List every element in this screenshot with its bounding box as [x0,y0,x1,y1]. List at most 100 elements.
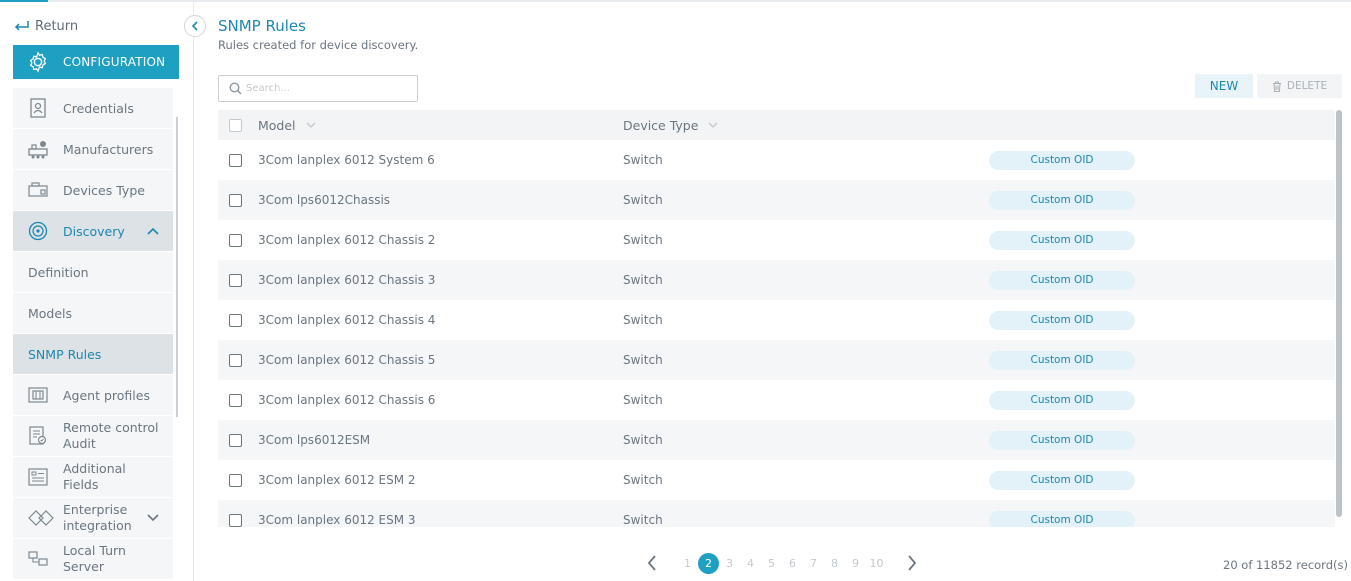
sidebar-item-additional-fields[interactable]: Additional Fields [13,457,173,498]
sidebar-item-discovery[interactable]: Discovery [13,211,173,252]
sidebar-item-text: Local Turn Server [63,543,126,575]
table-row[interactable]: 3Com lps6012ESM Switch Custom OID [218,420,1335,460]
sidebar-menu: Credentials Manufacturers Devices Type D… [13,88,173,580]
sort-chevron-icon [306,122,315,128]
page-number[interactable]: 7 [803,557,824,570]
custom-oid-badge[interactable]: Custom OID [989,430,1135,450]
fields-icon [28,468,48,486]
custom-oid-badge[interactable]: Custom OID [989,310,1135,330]
row-checkbox[interactable] [229,273,242,287]
custom-oid-badge[interactable]: Custom OID [989,190,1135,210]
row-checkbox[interactable] [229,433,242,447]
delete-button[interactable]: DELETE [1257,74,1342,98]
sidebar-item-manufacturers[interactable]: Manufacturers [13,129,173,170]
model-cell: 3Com lanplex 6012 Chassis 4 [258,313,436,327]
page-number[interactable]: 10 [866,557,887,570]
main-content: SNMP Rules Rules created for device disc… [218,0,1351,581]
table-row[interactable]: 3Com lanplex 6012 System 6 Switch Custom O… [218,140,1335,180]
agent-icon [28,387,48,403]
sort-chevron-icon [708,122,718,128]
custom-oid-badge[interactable]: Custom OID [989,270,1135,290]
chevron-left-icon [647,555,656,571]
sidebar-item-agent-profiles[interactable]: Agent profiles [13,375,173,416]
page-number[interactable]: 1 [677,557,698,570]
table-row[interactable]: 3Com lanplex 6012 Chassis 4 Switch Custom … [218,300,1335,340]
row-checkbox[interactable] [229,233,242,247]
row-checkbox[interactable] [229,313,242,327]
table-row[interactable]: 3Com lanplex 6012 Chassis 6 Switch Custom … [218,380,1335,420]
page-subtitle: Rules created for device discovery. [218,38,419,52]
device-type-cell: Switch [623,233,663,247]
table-row[interactable]: 3Com lanplex 6012 Chassis 2 Switch Custom … [218,220,1335,260]
column-header-device-type[interactable]: Device Type [623,118,718,133]
select-all-checkbox[interactable] [229,118,242,132]
chevron-up-icon[interactable] [147,227,159,235]
sidebar-item-local-turn-server[interactable]: Local Turn Server [13,539,173,580]
row-checkbox[interactable] [229,153,242,167]
page-number[interactable]: 9 [845,557,866,570]
row-checkbox[interactable] [229,193,242,207]
device-type-cell: Switch [623,353,663,367]
row-checkbox[interactable] [229,513,242,527]
prev-page-button[interactable] [643,554,661,572]
delete-label: DELETE [1286,80,1328,92]
sidebar-item-label-line-1: Enterprise [63,502,128,517]
page-number[interactable]: 5 [761,557,782,570]
server-icon [28,551,48,566]
next-page-button[interactable] [903,554,921,572]
search-box[interactable] [218,75,418,102]
page-number[interactable]: 3 [719,557,740,570]
custom-oid-badge[interactable]: Custom OID [989,470,1135,490]
new-button[interactable]: NEW [1195,74,1253,98]
page-number[interactable]: 6 [782,557,803,570]
search-input[interactable] [246,83,406,94]
table-row[interactable]: 3Com lanplex 6012 Chassis 5 Switch Custom … [218,340,1335,380]
return-link[interactable]: Return [13,16,78,36]
table-row[interactable]: 3Com lanplex 6012 ESM 3 Switch Custom OID [218,500,1335,527]
sidebar-item-enterprise-integration[interactable]: Enterprise integration [13,498,173,539]
sidebar-item-definition[interactable]: Definition [13,252,173,293]
sidebar-item-label-line-2: integration [63,518,132,533]
row-checkbox[interactable] [229,353,242,367]
rules-table: Model Device Type 3Com lanplex 6012 Syst… [218,110,1335,527]
sidebar-item-snmp-rules[interactable]: SNMP Rules [13,334,173,375]
collapse-sidebar-button[interactable] [184,15,206,37]
table-row[interactable]: 3Com lps6012Chassis Switch Custom OID [218,180,1335,220]
model-cell: 3Com lps6012ESM [258,433,371,447]
custom-oid-badge[interactable]: Custom OID [989,150,1135,170]
table-row[interactable]: 3Com lanplex 6012 Chassis 3 Switch Custom … [218,260,1335,300]
row-checkbox[interactable] [229,473,242,487]
sidebar-item-label: Devices Type [63,182,145,198]
table-row[interactable]: 3Com lanplex 6012 ESM 2 Switch Custom OID [218,460,1335,500]
model-cell: 3Com lanplex 6012 ESM 3 [258,513,416,527]
row-checkbox[interactable] [229,393,242,407]
sidebar-item-text: Enterprise integration [63,502,132,534]
sidebar-item-devices-type[interactable]: Devices Type [13,170,173,211]
custom-oid-badge[interactable]: Custom OID [989,350,1135,370]
page-title: SNMP Rules [218,17,306,35]
table-scrollbar[interactable] [1336,110,1342,517]
sidebar-item-models[interactable]: Models [13,293,173,334]
gear-icon [29,51,47,73]
sidebar-item-label: Definition [28,264,89,280]
column-header-model[interactable]: Model [258,118,316,133]
custom-oid-badge[interactable]: Custom OID [989,390,1135,410]
device-type-cell: Switch [623,153,663,167]
chevron-down-icon[interactable] [147,514,159,522]
model-cell: 3Com lanplex 6012 ESM 2 [258,473,416,487]
custom-oid-badge[interactable]: Custom OID [989,510,1135,527]
configuration-button[interactable]: CONFIGURATION [13,45,179,79]
page-number[interactable]: 4 [740,557,761,570]
sidebar-item-remote-control-audit[interactable]: Remote control Audit [13,416,173,457]
current-page-number[interactable]: 2 [698,552,719,574]
sidebar-scrollbar[interactable] [176,117,178,417]
custom-oid-badge[interactable]: Custom OID [989,230,1135,250]
sidebar-item-label-line-1: Additional [63,461,126,476]
table-header: Model Device Type [218,110,1335,140]
page-number[interactable]: 8 [824,557,845,570]
sidebar-item-credentials[interactable]: Credentials [13,88,173,129]
column-header-label: Model [258,117,296,133]
return-arrow-icon [14,21,29,31]
sidebar-item-text: Additional Fields [63,461,126,493]
sidebar-item-label: Discovery [63,223,125,239]
